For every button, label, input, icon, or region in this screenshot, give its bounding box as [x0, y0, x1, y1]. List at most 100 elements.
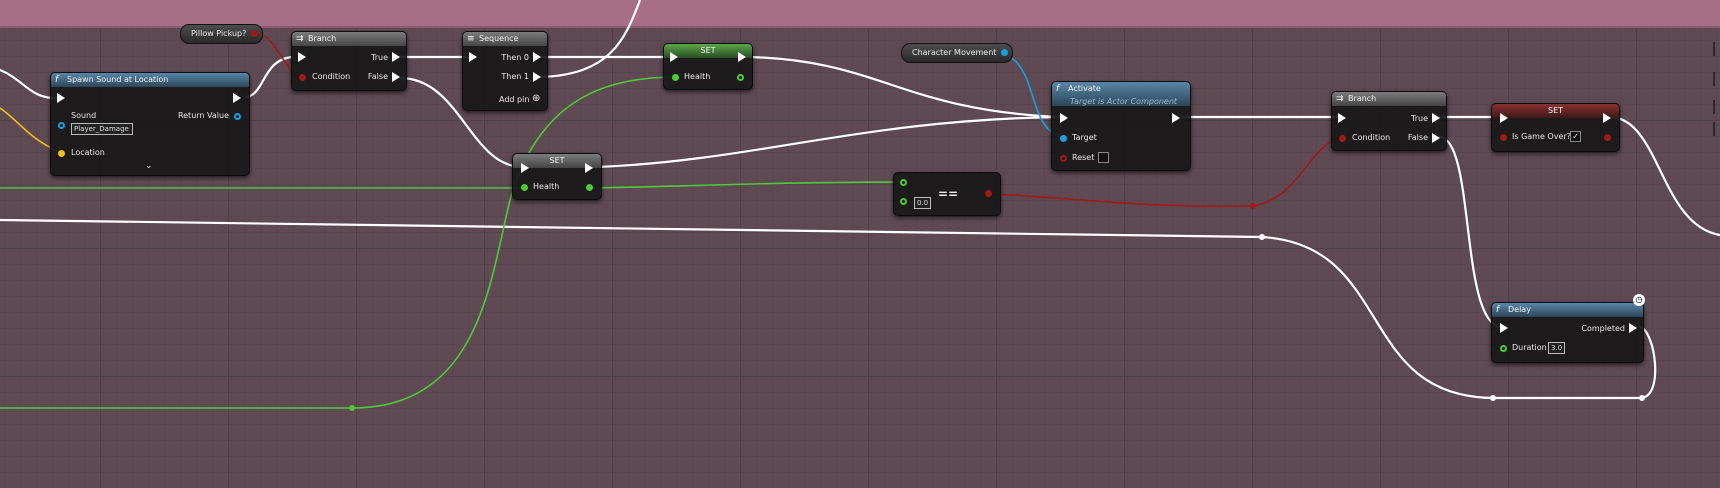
equals-operator: == — [938, 187, 959, 201]
set-health-mid-exec-out[interactable] — [585, 163, 593, 173]
branch-2-false-label: False — [1407, 133, 1428, 142]
branch-node-2[interactable]: ⇉ Branch True Condition False — [1331, 91, 1447, 151]
spawn-sound-exec-in[interactable] — [57, 93, 65, 103]
activate-title: Activate — [1068, 84, 1101, 93]
then0-pin[interactable] — [533, 52, 541, 62]
right-edge-marker-4 — [1713, 122, 1715, 136]
branch-2-exec-in[interactable] — [1338, 113, 1346, 123]
function-icon: f — [55, 75, 59, 85]
delay-duration-label: Duration — [1512, 343, 1547, 352]
delay-completed-label: Completed — [1581, 324, 1625, 333]
reroute-knot-white[interactable] — [1259, 234, 1265, 240]
right-edge-marker-1 — [1713, 42, 1715, 56]
activate-node[interactable]: f Activate Target is Actor Component Tar… — [1051, 81, 1191, 171]
clock-icon: ◷ — [1633, 294, 1645, 306]
sequence-exec-in[interactable] — [469, 52, 477, 62]
then1-pin[interactable] — [533, 72, 541, 82]
reroute-knot-green[interactable] — [349, 405, 355, 411]
delay-title: Delay — [1508, 305, 1531, 314]
set-health-top-output-pin[interactable] — [737, 74, 744, 81]
activate-exec-in[interactable] — [1060, 113, 1068, 123]
location-label: Location — [71, 148, 105, 157]
plus-circle-icon[interactable]: ⊕ — [532, 93, 540, 104]
sequence-icon: ≡ — [467, 34, 475, 44]
branch-1-title: Branch — [308, 34, 337, 43]
equals-node[interactable]: 0.0 == — [893, 172, 1001, 216]
set-game-over-exec-in[interactable] — [1500, 113, 1508, 123]
set-health-top-input-pin[interactable] — [672, 74, 679, 81]
branch-2-condition-pin[interactable] — [1339, 135, 1346, 142]
wire-layer — [0, 0, 1720, 409]
set-game-over-label: Is Game Over? — [1512, 132, 1571, 141]
equals-value-input[interactable]: 0.0 — [914, 197, 932, 209]
branch-2-condition-label: Condition — [1352, 133, 1391, 142]
branch-2-title: Branch — [1348, 94, 1377, 103]
set-game-over-checkbox[interactable]: ✓ — [1570, 131, 1581, 142]
delay-completed-pin[interactable] — [1629, 323, 1637, 333]
exec-wire-branch2-false-to-delay — [1438, 135, 1502, 329]
delay-exec-in[interactable] — [1500, 323, 1508, 333]
then1-label: Then 1 — [501, 72, 529, 81]
branch-1-true-pin[interactable] — [392, 52, 400, 62]
return-value-label: Return Value — [177, 111, 229, 120]
branch-1-condition-pin[interactable] — [299, 74, 306, 81]
activate-exec-out[interactable] — [1172, 113, 1180, 123]
sequence-node[interactable]: ≡ Sequence Then 0 Then 1 Add pin ⊕ — [462, 31, 548, 111]
pillow-pickup-output-pin[interactable] — [251, 30, 259, 37]
function-icon: f — [1496, 305, 1500, 315]
branch-1-false-label: False — [367, 72, 388, 81]
then0-label: Then 0 — [501, 53, 529, 62]
chevron-down-icon[interactable]: ⌄ — [145, 161, 153, 171]
set-health-mid-output-pin[interactable] — [586, 184, 593, 191]
set-game-over-node[interactable]: SET Is Game Over? ✓ — [1491, 103, 1620, 152]
reroute-knot-red[interactable] — [1250, 203, 1256, 209]
right-edge-marker-3 — [1713, 100, 1715, 114]
reroute-knot-white-bottom-left[interactable] — [1490, 395, 1496, 401]
return-value-pin[interactable] — [234, 113, 241, 120]
equals-output-pin[interactable] — [985, 190, 992, 197]
reroute-knot-white-bottom-right[interactable] — [1639, 395, 1645, 401]
spawn-sound-title: Spawn Sound at Location — [67, 75, 169, 84]
sound-pin[interactable] — [58, 122, 65, 129]
set-health-top-exec-out[interactable] — [738, 52, 746, 62]
branch-1-false-pin[interactable] — [392, 72, 400, 82]
set-game-over-output-pin[interactable] — [1604, 134, 1611, 141]
delay-node[interactable]: f Delay Completed Duration 3.0 — [1491, 302, 1644, 363]
equals-input-a-pin[interactable] — [900, 179, 907, 186]
spawn-sound-header: f Spawn Sound at Location — [51, 73, 249, 87]
set-health-node-mid[interactable]: SET Health — [512, 153, 602, 200]
character-movement-output-pin[interactable] — [1001, 49, 1009, 56]
branch-2-false-pin[interactable] — [1432, 133, 1440, 143]
set-health-mid-input-pin[interactable] — [521, 184, 528, 191]
character-movement-node[interactable]: Character Movement — [901, 43, 1014, 63]
set-game-over-input-pin[interactable] — [1500, 134, 1507, 141]
set-health-top-exec-in[interactable] — [670, 52, 678, 62]
branch-1-exec-in[interactable] — [298, 52, 306, 62]
activate-reset-label: Reset — [1072, 153, 1095, 162]
location-pin[interactable] — [58, 150, 65, 157]
branch-node-1[interactable]: ⇉ Branch True Condition False — [291, 31, 407, 91]
pillow-pickup-variable-node[interactable]: Pillow Pickup? — [180, 24, 264, 44]
set-health-node-top[interactable]: SET Health — [663, 43, 753, 90]
branch-1-true-label: True — [371, 53, 388, 62]
set-health-top-title: SET — [700, 46, 716, 55]
add-pin-label[interactable]: Add pin — [499, 95, 529, 104]
activate-reset-checkbox[interactable] — [1098, 152, 1109, 163]
branch-2-true-pin[interactable] — [1432, 113, 1440, 123]
activate-reset-pin[interactable] — [1060, 155, 1067, 162]
sound-asset-dropdown[interactable]: Player_Damage — [71, 123, 133, 135]
activate-subtitle: Target is Actor Component — [1070, 97, 1178, 106]
delay-duration-input[interactable]: 3.0 — [1548, 342, 1566, 354]
spawn-sound-exec-out[interactable] — [233, 93, 241, 103]
equals-input-b-pin[interactable] — [900, 198, 907, 205]
branch-icon: ⇉ — [1336, 94, 1344, 104]
activate-target-pin[interactable] — [1060, 135, 1067, 142]
spawn-sound-node[interactable]: f Spawn Sound at Location Sound Player_D… — [50, 72, 250, 176]
set-health-mid-exec-in[interactable] — [521, 163, 529, 173]
character-movement-label: Character Movement — [912, 48, 997, 57]
set-health-mid-title: SET — [549, 156, 565, 165]
delay-duration-pin[interactable] — [1500, 345, 1507, 352]
set-health-top-label: Health — [684, 72, 711, 81]
exec-wire-sequence-then1-up — [538, 0, 642, 79]
set-game-over-exec-out[interactable] — [1603, 113, 1611, 123]
